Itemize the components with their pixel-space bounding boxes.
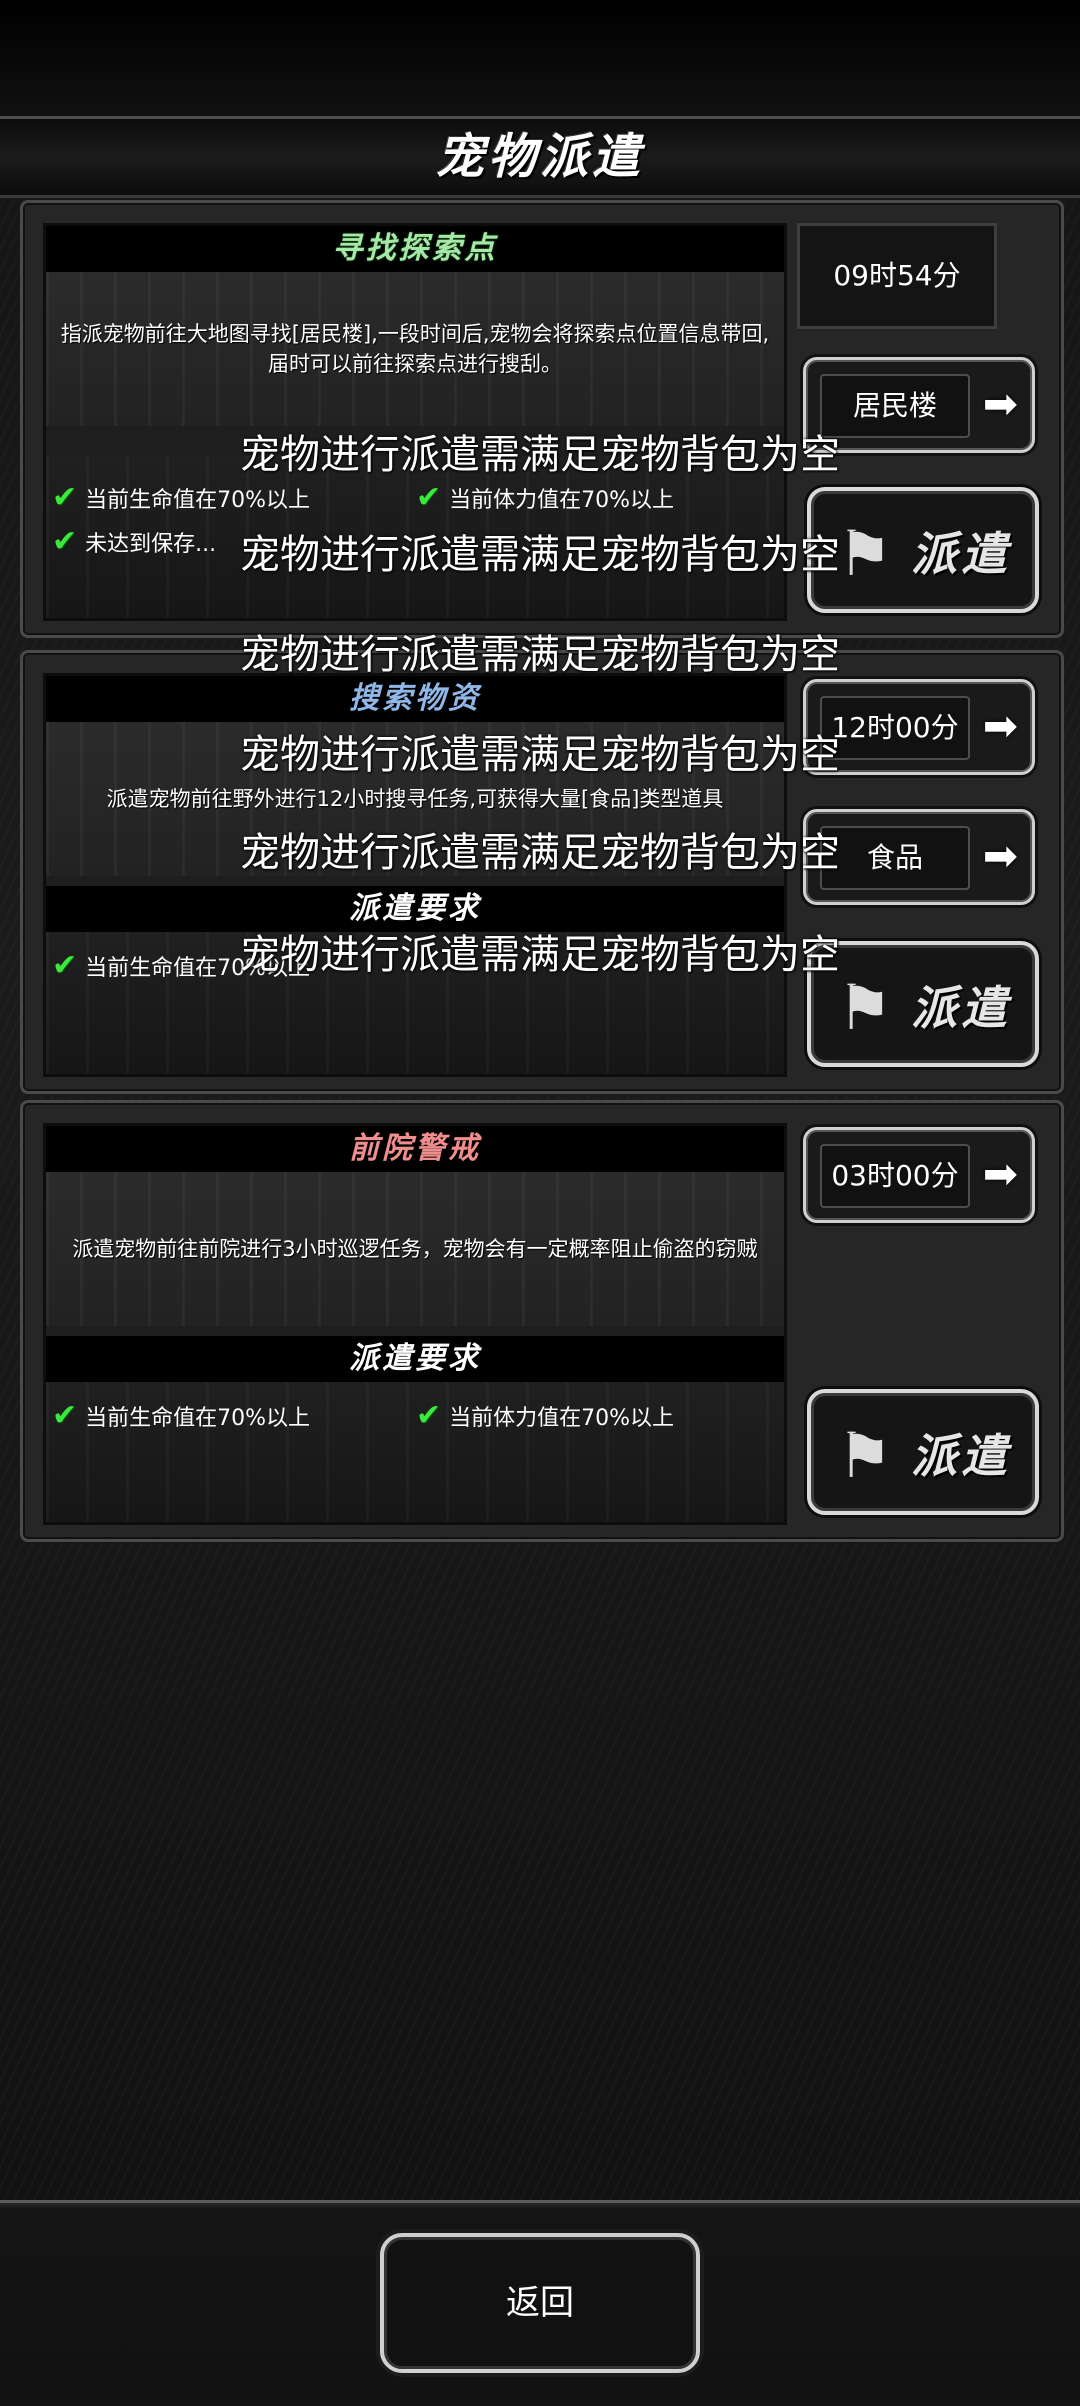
arrow-right-icon: ➡	[982, 1149, 1018, 1198]
toast-message: 宠物进行派遣需满足宠物背包为空	[240, 830, 840, 876]
toast-message: 宠物进行派遣需满足宠物背包为空	[240, 432, 840, 478]
mission-description: 指派宠物前往大地图寻找[居民楼],一段时间后,宠物会将探索点位置信息带回,届时可…	[60, 322, 770, 376]
requirements-header: 派遣要求	[46, 1336, 784, 1382]
section-title: 前院警戒	[46, 1126, 784, 1172]
mission-info: 前院警戒 派遣宠物前往前院进行3小时巡逻任务，宠物会有一定概率阻止偷盗的窃贼 派…	[43, 1123, 787, 1525]
mission-card-guard: 前院警戒 派遣宠物前往前院进行3小时巡逻任务，宠物会有一定概率阻止偷盗的窃贼 派…	[20, 1100, 1064, 1542]
toast-message: 宠物进行派遣需满足宠物背包为空	[240, 632, 840, 678]
back-button[interactable]: 返回	[380, 2233, 700, 2373]
section-title: 寻找探索点	[46, 226, 784, 272]
requirement-item: ✔ 当前体力值在70%以上	[416, 1398, 675, 1433]
check-icon: ✔	[52, 1398, 78, 1433]
check-icon: ✔	[416, 480, 442, 515]
requirements-area: ✔ 当前生命值在70%以上 ✔ 当前体力值在70%以上	[46, 1382, 784, 1522]
mission-description: 派遣宠物前往野外进行12小时搜寻任务,可获得大量[食品]类型道具	[106, 787, 724, 811]
mission-description: 派遣宠物前往前院进行3小时巡逻任务，宠物会有一定概率阻止偷盗的窃贼	[72, 1237, 758, 1261]
duration-select-button[interactable]: 03时00分 ➡	[803, 1127, 1035, 1223]
requirement-item: ✔ 当前体力值在70%以上	[416, 480, 675, 515]
requirement-item: ✔ 当前生命值在70%以上	[52, 1398, 311, 1433]
mission-description-box: 指派宠物前往大地图寻找[居民楼],一段时间后,宠物会将探索点位置信息带回,届时可…	[46, 272, 784, 426]
arrow-right-icon: ➡	[982, 379, 1018, 428]
requirement-item: ✔ 当前生命值在70%以上	[52, 480, 311, 515]
mission-description-box: 派遣宠物前往前院进行3小时巡逻任务，宠物会有一定概率阻止偷盗的窃贼	[46, 1172, 784, 1326]
target-select-value: 居民楼	[820, 374, 970, 438]
title-bar: 宠物派遣	[0, 116, 1080, 198]
requirements-header: 派遣要求	[46, 886, 784, 932]
section-title: 搜索物资	[46, 676, 784, 722]
check-icon: ✔	[416, 1398, 442, 1433]
dispatch-button[interactable]: ⚑ 派遣	[807, 1389, 1039, 1515]
toast-message: 宠物进行派遣需满足宠物背包为空	[240, 532, 840, 578]
page-title: 宠物派遣	[435, 129, 644, 185]
flag-icon: ⚑	[837, 1419, 893, 1492]
status-area	[0, 0, 1080, 120]
check-icon: ✔	[52, 480, 78, 515]
bottom-bar: 返回	[0, 2200, 1080, 2406]
duration-select-value: 03时00分	[820, 1144, 970, 1208]
countdown-timer: 09时54分	[797, 223, 997, 329]
toast-message: 宠物进行派遣需满足宠物背包为空	[240, 732, 840, 778]
flag-icon: ⚑	[837, 971, 893, 1044]
toast-message: 宠物进行派遣需满足宠物背包为空	[240, 932, 840, 978]
